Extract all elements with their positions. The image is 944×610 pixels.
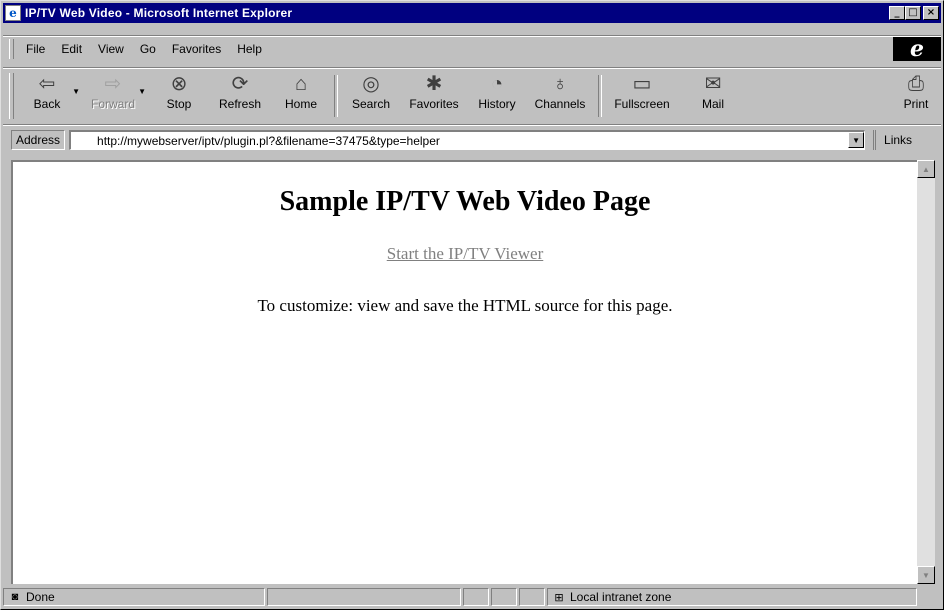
close-button[interactable]: × xyxy=(923,6,939,20)
page-title: Sample IP/TV Web Video Page xyxy=(279,186,651,217)
menu-favorites[interactable]: Favorites xyxy=(164,42,229,56)
menu-help[interactable]: Help xyxy=(229,42,270,56)
standard-toolbar: ⇦ Back ▼ ⇨ Forward ▼ ⊗ Stop ⟳ Refresh ⌂ … xyxy=(3,71,941,123)
mail-button[interactable]: ✉ Mail xyxy=(678,71,748,121)
history-button[interactable]: ◔ History xyxy=(468,71,526,121)
channels-label: Channels xyxy=(534,97,586,111)
search-button[interactable]: ◎ Search xyxy=(342,71,400,121)
ie-logo-icon: e xyxy=(893,37,941,61)
zone-panel: ⊞ Local intranet zone xyxy=(547,588,917,606)
favorites-icon: ✱ xyxy=(425,73,443,95)
home-icon: ⌂ xyxy=(294,73,308,95)
progress-panel xyxy=(267,588,461,606)
forward-button[interactable]: ⇨ Forward ▼ xyxy=(84,71,146,121)
status-panel-1 xyxy=(463,588,489,606)
address-url[interactable]: http://mywebserver/iptv/plugin.pl?&filen… xyxy=(71,134,440,148)
minimize-button[interactable]: _ xyxy=(889,6,905,20)
history-label: History xyxy=(478,97,516,111)
print-button[interactable]: ⎙ Print xyxy=(891,71,941,121)
status-bar: ◙ Done ⊞ Local intranet zone xyxy=(3,587,941,607)
print-label: Print xyxy=(903,97,929,111)
fullscreen-icon: ▭ xyxy=(632,73,652,95)
print-icon: ⎙ xyxy=(908,73,924,95)
address-label: Address xyxy=(11,130,66,150)
mail-icon: ✉ xyxy=(704,73,722,95)
channels-icon: ♁ xyxy=(552,73,568,95)
toolbar-grip[interactable] xyxy=(9,73,14,119)
page-done-icon: ◙ xyxy=(11,591,19,603)
stop-icon: ⊗ xyxy=(170,73,188,95)
history-icon: ◔ xyxy=(490,73,504,95)
back-label: Back xyxy=(33,97,61,111)
maximize-button[interactable]: □ xyxy=(905,6,921,20)
fullscreen-button[interactable]: ▭ Fullscreen xyxy=(606,71,678,121)
status-panel-2 xyxy=(491,588,517,606)
channels-button[interactable]: ♁ Channels xyxy=(526,71,594,121)
menu-go[interactable]: Go xyxy=(132,42,164,56)
address-bar: Address http://mywebserver/iptv/plugin.p… xyxy=(3,127,941,153)
back-arrow-icon: ⇦ xyxy=(38,73,56,95)
search-icon: ◎ xyxy=(362,73,380,95)
links-button[interactable]: Links xyxy=(873,130,912,150)
favorites-label: Favorites xyxy=(409,97,459,111)
browser-window: e IP/TV Web Video - Microsoft Internet E… xyxy=(0,0,944,610)
ie-page-icon: e xyxy=(5,5,21,21)
address-field[interactable]: http://mywebserver/iptv/plugin.pl?&filen… xyxy=(69,130,866,150)
vertical-scrollbar[interactable]: ▲ ▼ xyxy=(917,160,935,584)
forward-arrow-icon: ⇨ xyxy=(104,73,122,95)
back-dropdown-icon[interactable]: ▼ xyxy=(72,87,80,96)
menubar-grip[interactable] xyxy=(9,39,14,59)
home-button[interactable]: ⌂ Home xyxy=(272,71,330,121)
title-bar[interactable]: e IP/TV Web Video - Microsoft Internet E… xyxy=(3,3,941,23)
toolbar-divider xyxy=(334,75,338,117)
scroll-down-icon[interactable]: ▼ xyxy=(917,566,935,584)
forward-dropdown-icon[interactable]: ▼ xyxy=(138,87,146,96)
menu-bar: File Edit View Go Favorites Help e xyxy=(3,37,941,61)
stop-label: Stop xyxy=(166,97,192,111)
status-text: Done xyxy=(26,590,55,604)
menu-file[interactable]: File xyxy=(18,42,53,56)
forward-label: Forward xyxy=(90,97,135,111)
menu-view[interactable]: View xyxy=(90,42,132,56)
mail-label: Mail xyxy=(701,97,724,111)
page-content: Sample IP/TV Web Video Page Start the IP… xyxy=(11,160,917,584)
customize-text: To customize: view and save the HTML sou… xyxy=(257,296,673,315)
refresh-icon: ⟳ xyxy=(231,73,249,95)
window-title: IP/TV Web Video - Microsoft Internet Exp… xyxy=(25,6,293,20)
intranet-zone-icon: ⊞ xyxy=(554,591,564,604)
start-viewer-link[interactable]: Start the IP/TV Viewer xyxy=(387,244,544,264)
refresh-button[interactable]: ⟳ Refresh xyxy=(208,71,272,121)
search-label: Search xyxy=(351,97,391,111)
scroll-up-icon[interactable]: ▲ xyxy=(917,160,935,178)
fullscreen-label: Fullscreen xyxy=(614,97,670,111)
back-button[interactable]: ⇦ Back ▼ xyxy=(18,71,80,121)
home-label: Home xyxy=(284,97,317,111)
status-panel-3 xyxy=(519,588,545,606)
refresh-label: Refresh xyxy=(218,97,262,111)
toolbar-separator xyxy=(3,67,941,69)
window-controls: _ □ × xyxy=(889,6,939,20)
toolbar-divider xyxy=(598,75,602,117)
address-dropdown-icon[interactable]: ▼ xyxy=(848,132,865,148)
zone-text: Local intranet zone xyxy=(570,590,672,604)
status-text-panel: ◙ Done xyxy=(3,588,265,606)
addressbar-separator xyxy=(3,124,941,126)
menu-edit[interactable]: Edit xyxy=(53,42,90,56)
stop-button[interactable]: ⊗ Stop xyxy=(150,71,208,121)
favorites-button[interactable]: ✱ Favorites xyxy=(400,71,468,121)
